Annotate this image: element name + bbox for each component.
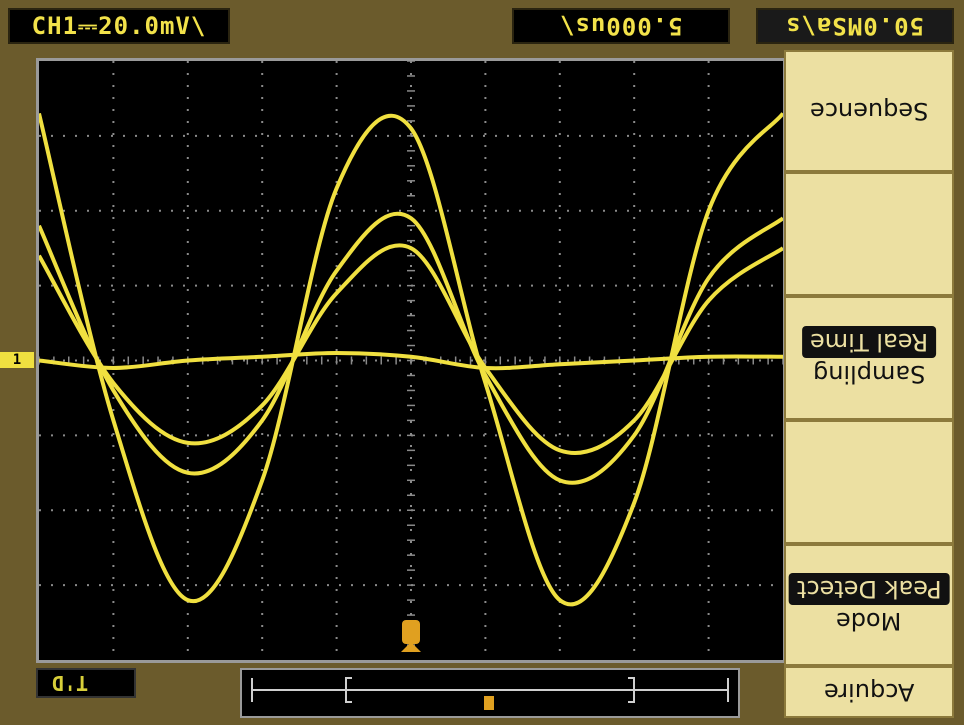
waveform-plot (39, 61, 783, 660)
acquire-label: Acquire (823, 678, 915, 706)
trigger-status-badge: T'D (36, 668, 136, 698)
menu-button-blank-2[interactable] (784, 420, 954, 544)
trigger-status-text: T'D (52, 671, 89, 695)
sampling-value: Real Time (801, 326, 937, 358)
mode-label: Mode (836, 607, 902, 635)
memory-position-graphic (251, 677, 729, 710)
waveform-display (36, 58, 786, 663)
menu-button-sampling[interactable]: Real Time Sampling (784, 296, 954, 420)
mode-value: Peak Detect (788, 573, 950, 605)
timebase-readout: 5.000us\ (512, 8, 730, 44)
timebase-text: 5.000us\ (559, 12, 683, 40)
sample-rate-text: 50.0MSa\s (785, 12, 925, 40)
memory-position-bar (240, 668, 740, 718)
channel-scale-readout: CH1⎓20.0mV\ (8, 8, 230, 44)
ch1-level-marker-icon[interactable]: 1 (0, 352, 34, 368)
sequence-label: Sequence (809, 97, 929, 125)
channel-scale-text: CH1⎓20.0mV\ (31, 12, 207, 40)
sampling-label: Sampling (812, 360, 926, 388)
menu-title-acquire: Acquire (784, 666, 954, 718)
menu-button-blank-1[interactable] (784, 172, 954, 296)
menu-button-sequence[interactable]: Sequence (784, 50, 954, 172)
trigger-position-icon[interactable] (401, 620, 421, 652)
sample-rate-readout: 50.0MSa\s (756, 8, 954, 44)
menu-button-mode[interactable]: Peak Detect Mode (784, 544, 954, 666)
